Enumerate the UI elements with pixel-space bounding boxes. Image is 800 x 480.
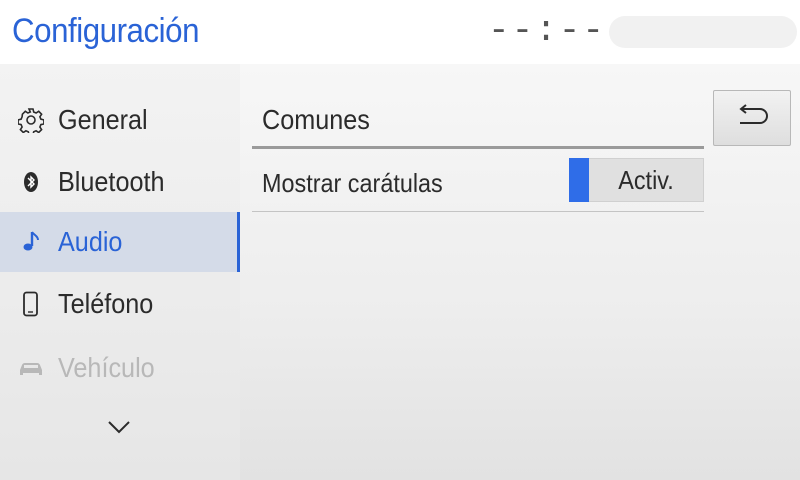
sidebar-item-general[interactable]: General xyxy=(0,90,240,150)
sidebar-item-label: Vehículo xyxy=(58,352,155,383)
section-title: Comunes xyxy=(262,104,370,135)
sidebar-item-vehiculo: Vehículo xyxy=(0,338,240,398)
sidebar-item-label: Bluetooth xyxy=(58,166,165,197)
header-bar: Configuración --:-- xyxy=(0,0,800,64)
sidebar: General Bluetooth Audio Teléfono Vehícul… xyxy=(0,64,240,480)
sidebar-item-telefono[interactable]: Teléfono xyxy=(0,274,240,334)
back-button[interactable] xyxy=(713,90,791,146)
sidebar-item-audio[interactable]: Audio xyxy=(0,212,240,272)
status-area xyxy=(609,16,797,48)
music-note-icon xyxy=(18,229,44,255)
page-title: Configuración xyxy=(12,12,200,50)
mostrar-caratulas-toggle[interactable]: Activ. xyxy=(569,158,704,202)
phone-icon xyxy=(18,291,44,317)
setting-label-mostrar-caratulas: Mostrar carátulas xyxy=(262,168,443,198)
sidebar-item-bluetooth[interactable]: Bluetooth xyxy=(0,152,240,212)
chevron-down-icon[interactable] xyxy=(104,414,134,440)
toggle-on-indicator xyxy=(569,158,589,202)
sidebar-item-label: Teléfono xyxy=(58,288,154,319)
sidebar-item-label: Audio xyxy=(58,226,123,257)
back-arrow-icon xyxy=(734,103,770,133)
section-divider xyxy=(252,146,704,149)
sidebar-item-label: General xyxy=(58,104,148,135)
toggle-value: Activ. xyxy=(618,164,674,195)
main-panel: Comunes Mostrar carátulas Activ. xyxy=(240,64,800,480)
clock-display: --:-- xyxy=(488,10,607,51)
gear-icon xyxy=(18,107,44,133)
bluetooth-icon xyxy=(18,169,44,195)
row-divider xyxy=(252,211,704,212)
car-icon xyxy=(18,355,44,381)
